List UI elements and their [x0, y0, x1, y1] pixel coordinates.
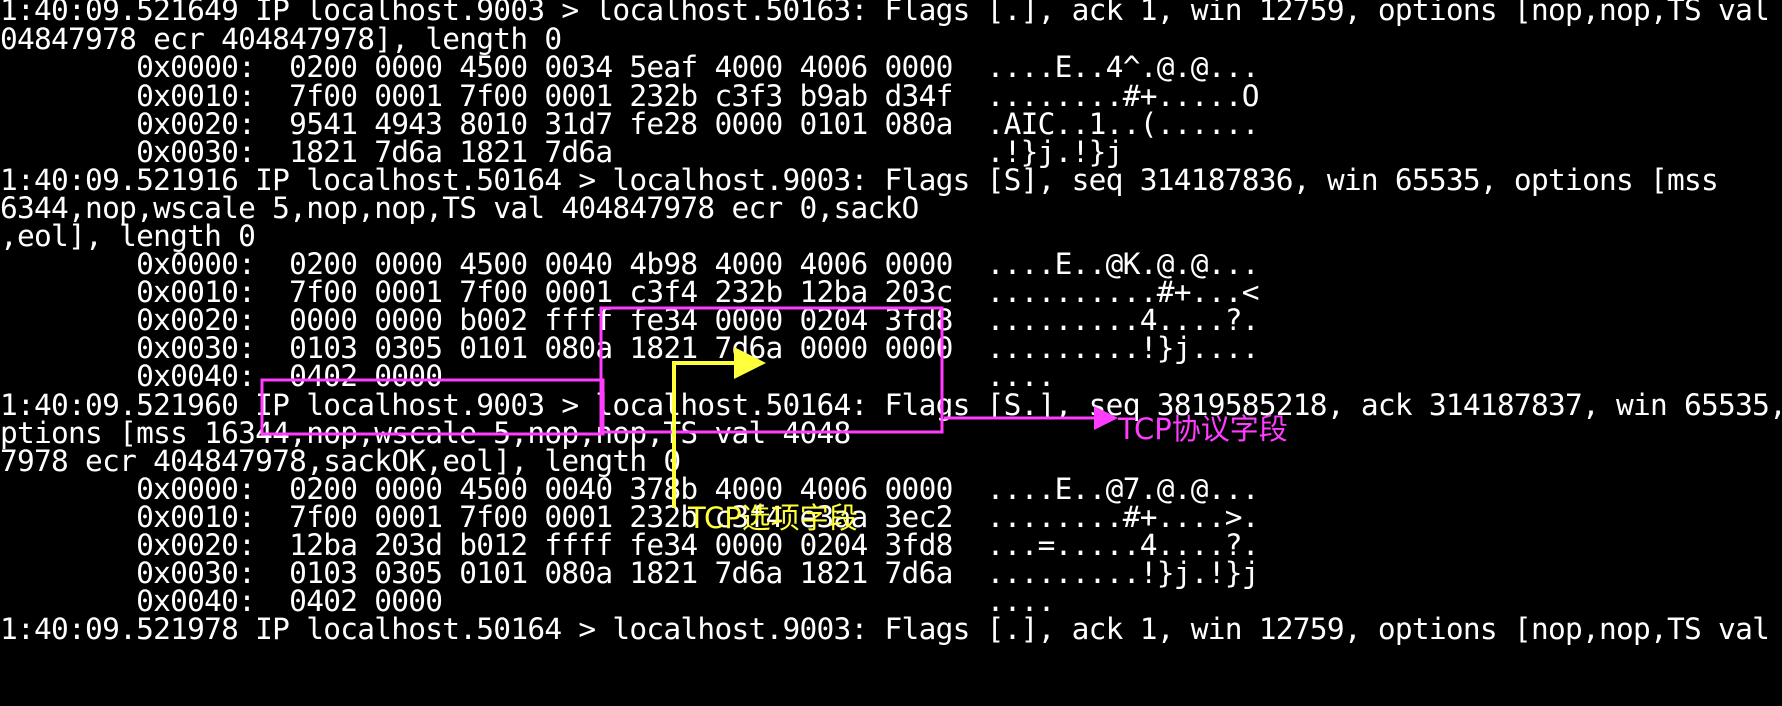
- tcp-protocol-field-label: TCP协议字段: [1118, 412, 1288, 446]
- packet-header-line: 1:40:09.521978 IP localhost.50164 > loca…: [0, 612, 1770, 646]
- tcp-options-field-label: TCP选项字段: [688, 501, 858, 535]
- terminal-window: 1:40:09.521649 IP localhost.9003 > local…: [0, 0, 1782, 706]
